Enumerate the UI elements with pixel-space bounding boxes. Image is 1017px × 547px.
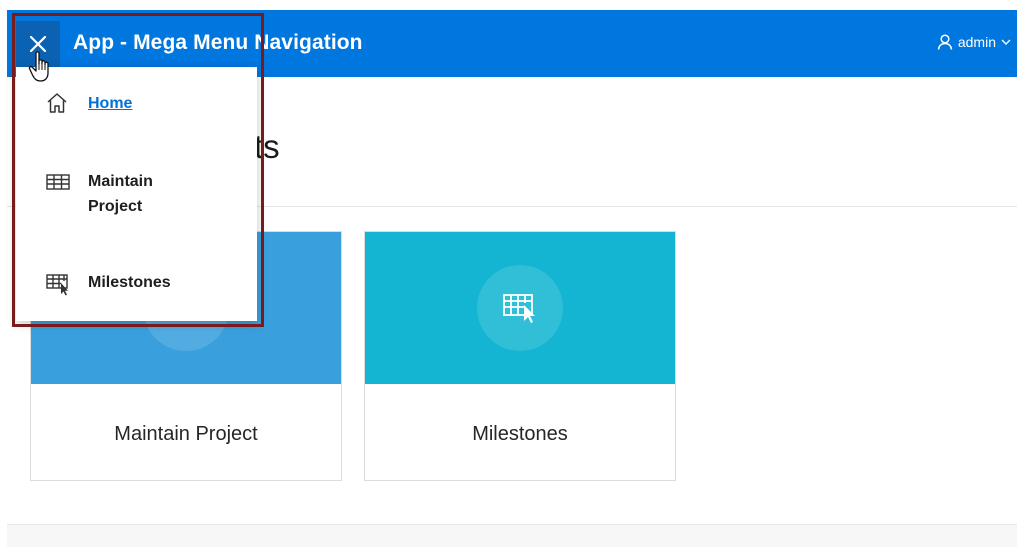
mega-menu-dropdown: Home Maintain Project Milestones — [16, 67, 257, 321]
card-label: Milestones — [472, 423, 568, 445]
user-menu-button[interactable]: admin — [937, 34, 1011, 50]
user-icon — [937, 34, 953, 50]
page-title: ts — [254, 128, 280, 165]
card-banner — [365, 232, 675, 384]
menu-item-label[interactable]: Milestones — [88, 270, 208, 295]
card-milestones[interactable]: Milestones — [364, 231, 676, 481]
table-icon — [46, 174, 70, 190]
card-icon-circle — [477, 265, 563, 351]
footer-region — [7, 524, 1017, 547]
user-name: admin — [957, 34, 996, 50]
home-icon — [47, 93, 67, 113]
card-label: Maintain Project — [114, 423, 258, 445]
menu-item-label[interactable]: Home — [88, 91, 208, 116]
table-cursor-icon — [503, 294, 535, 323]
table-cursor-icon — [46, 274, 68, 296]
chevron-down-icon — [1001, 39, 1011, 45]
app-title[interactable]: App - Mega Menu Navigation — [73, 31, 363, 55]
menu-item-label[interactable]: Maintain Project — [88, 169, 208, 219]
hand-cursor-icon — [28, 51, 49, 82]
